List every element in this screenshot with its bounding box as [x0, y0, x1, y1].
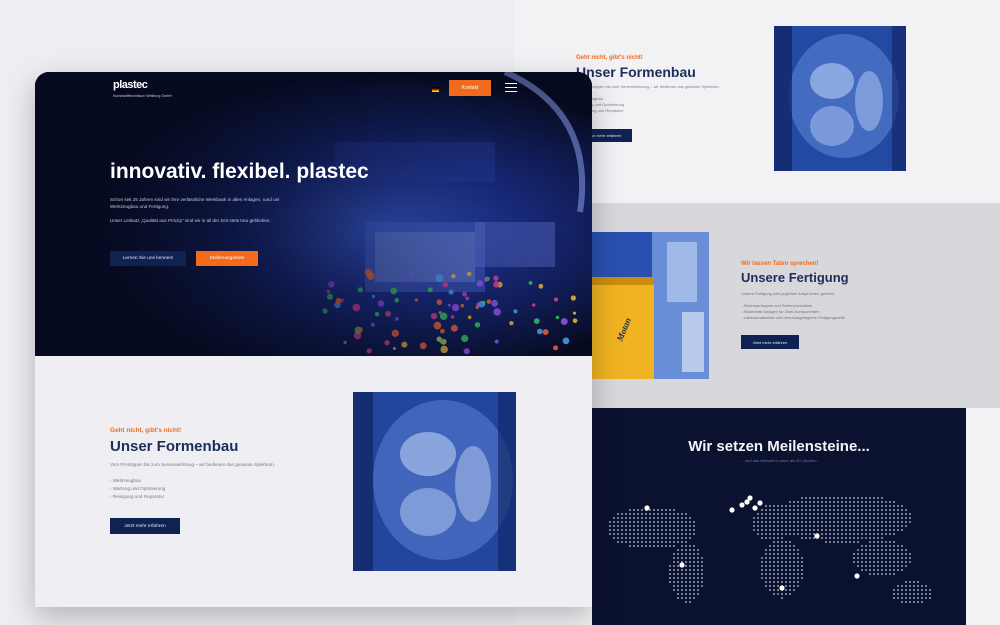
hamburger-menu-icon[interactable] — [505, 83, 517, 93]
jobs-button[interactable]: Stellenangebote — [196, 251, 258, 266]
list-item: - Werkzeugbau — [110, 478, 142, 483]
back-formenbau-title: Unser Formenbau — [576, 64, 696, 80]
back-fertigung-more-button[interactable]: Jetzt mehr erfahren — [741, 335, 799, 349]
back-fertigung-subtitle: Unsere Fertigung wird jeglichen Ansprüch… — [741, 291, 836, 296]
list-item: - Reinigung und Reparatur — [110, 494, 165, 499]
hero-section: plastec Kunststofftechnikum Weilburg Gmb… — [35, 72, 592, 356]
location-pin-icon — [679, 562, 685, 568]
list-item: - Wartung und Optimierung — [110, 486, 166, 491]
about-us-button[interactable]: Lernen Sie uns kennen! — [110, 251, 186, 266]
location-pin-icon — [814, 533, 820, 539]
back-formenbau-subtitle: Vom Prototypen bis zum Serienwerkzeug – … — [576, 84, 720, 89]
back-fertigung-list: - Serienspritzguss und Serienproduktion … — [741, 303, 845, 321]
front-page-preview: plastec Kunststofftechnikum Weilburg Gmb… — [35, 72, 592, 607]
back-fertigung-title: Unsere Fertigung — [741, 270, 849, 285]
formenbau-section: Geht nicht, gibt's nicht! Unser Formenba… — [35, 356, 592, 607]
logo[interactable]: plastec — [113, 79, 148, 91]
location-pin-icon — [854, 573, 860, 579]
formenbau-list: - Werkzeugbau - Wartung und Optimierung … — [110, 477, 165, 501]
logo-subtitle: Kunststofftechnikum Weilburg GmbH — [113, 94, 172, 98]
location-pin-icon — [779, 585, 785, 591]
mold-image — [774, 26, 906, 171]
machine-image: Motan — [592, 232, 709, 379]
location-pin-icon — [739, 502, 745, 508]
hero-paragraph-1: Schon seit 25 Jahren sind wir Ihre verlä… — [110, 197, 280, 209]
location-pin-icon — [757, 500, 763, 506]
back-map-section: Wir setzen Meilensteine... ... und das w… — [592, 408, 966, 625]
location-pin-icon — [747, 495, 753, 501]
formenbau-more-button[interactable]: Jetzt mehr erfahren — [110, 518, 180, 534]
flag-de-icon[interactable] — [432, 87, 439, 92]
formenbau-eyebrow: Geht nicht, gibt's nicht! — [110, 427, 182, 434]
hero-background-image — [35, 72, 592, 356]
list-item: - vollautomatisierte und reinraumgeeigne… — [741, 315, 846, 320]
hero-title: innovativ. flexibel. plastec — [110, 160, 369, 183]
mold-image — [353, 392, 516, 571]
location-pin-icon — [644, 505, 650, 511]
location-pin-icon — [752, 505, 758, 511]
back-formenbau-eyebrow: Geht nicht, gibt's nicht! — [576, 55, 643, 61]
contact-button[interactable]: Kontakt — [449, 80, 491, 96]
back-fertigung-section: Motan Wir lassen Taten sprechen! Unsere … — [592, 203, 1000, 408]
hero-paragraph-2: Unser Leitsatz „Qualität aus Prinzip" si… — [110, 218, 271, 223]
world-map-dots — [609, 495, 931, 603]
formenbau-subtitle: Vom Prototypen bis zum Serienwerkzeug – … — [110, 462, 275, 467]
formenbau-title: Unser Formenbau — [110, 438, 239, 455]
location-pin-icon — [729, 507, 735, 513]
back-fertigung-eyebrow: Wir lassen Taten sprechen! — [741, 261, 819, 267]
